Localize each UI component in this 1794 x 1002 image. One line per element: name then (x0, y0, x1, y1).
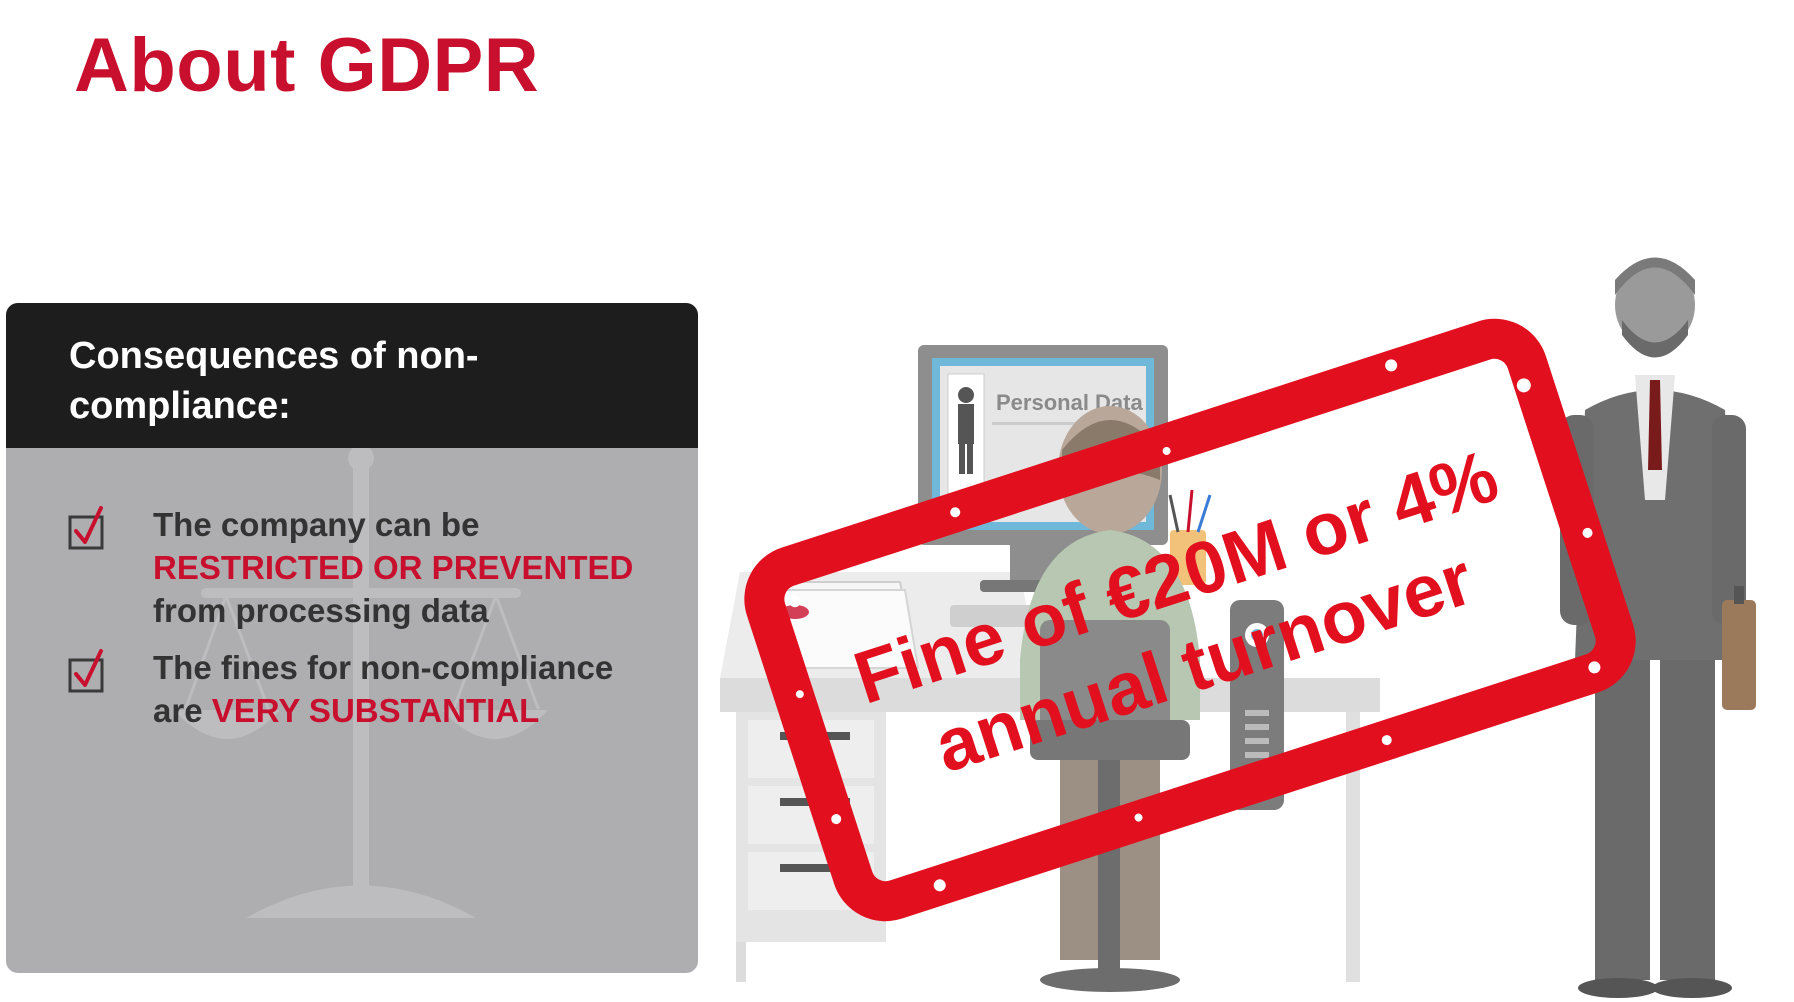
checked-box-icon (68, 506, 104, 550)
item-text: The company can be (153, 506, 480, 543)
standing-businessman (1560, 257, 1756, 998)
consequences-list: The company can be RESTRICTED OR PREVENT… (61, 503, 661, 732)
office-illustration: Personal Data Fine of €20M or 4% annual … (720, 257, 1756, 998)
panel-header: Consequences of non-compliance: (6, 303, 698, 448)
list-item: The fines for non-compliance are VERY SU… (61, 646, 661, 732)
item-text-after: from processing data (153, 592, 489, 629)
page-title: About GDPR (74, 23, 540, 108)
item-highlight: RESTRICTED OR PREVENTED (153, 549, 634, 586)
list-item: The company can be RESTRICTED OR PREVENT… (61, 503, 661, 632)
panel-heading: Consequences of non-compliance: (69, 335, 479, 427)
consequences-panel: Consequences of non-compliance: The comp… (6, 303, 698, 973)
item-highlight: VERY SUBSTANTIAL (211, 692, 540, 729)
checked-box-icon (68, 649, 104, 693)
